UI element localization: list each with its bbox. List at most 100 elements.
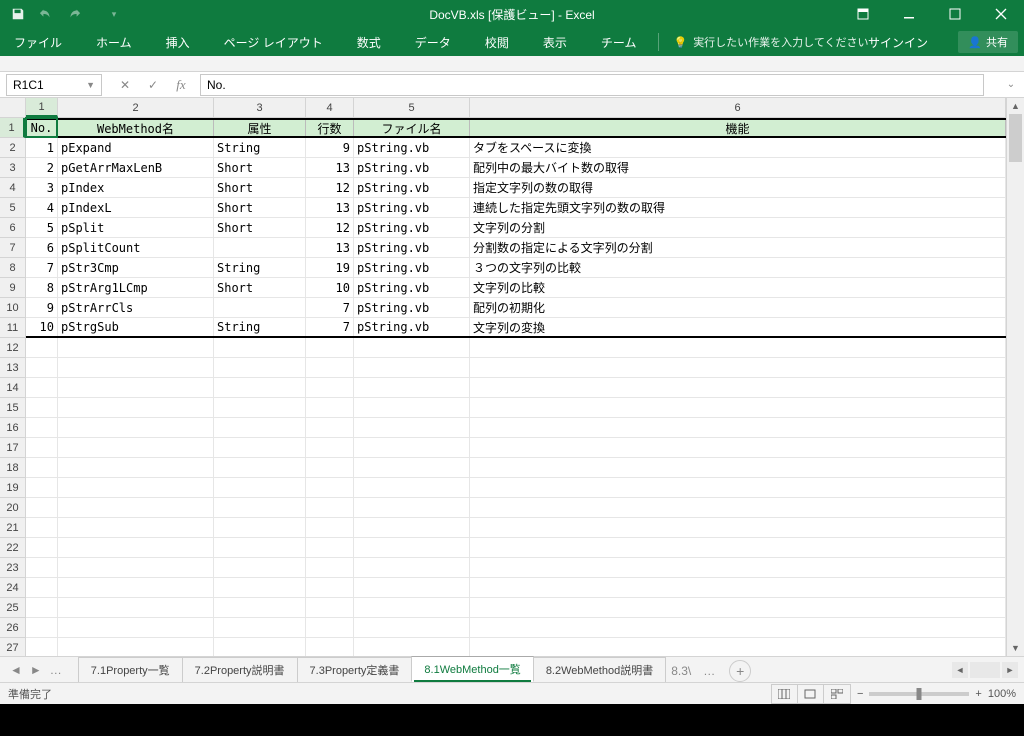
cell[interactable]: String [214,138,306,157]
column-header[interactable]: 6 [470,98,1006,117]
tab-scroll-left-button[interactable]: ◄ [8,661,24,679]
scroll-down-button[interactable]: ▼ [1007,640,1024,656]
cell[interactable] [354,418,470,437]
cell[interactable]: 3 [26,178,58,197]
cell[interactable]: String [214,318,306,336]
cell[interactable] [306,538,354,557]
sheet-tab[interactable]: 8.2WebMethod説明書 [533,657,666,682]
cell[interactable] [58,558,214,577]
cell[interactable]: 行数 [306,120,354,136]
cell[interactable] [58,538,214,557]
cell[interactable] [214,298,306,317]
cell[interactable]: pIndex [58,178,214,197]
zoom-out-button[interactable]: − [857,688,863,700]
tab-insert[interactable]: 挿入 [158,30,198,55]
cell[interactable]: 5 [26,218,58,237]
tab-data[interactable]: データ [407,30,459,55]
cell[interactable] [214,558,306,577]
row-header[interactable]: 20 [0,498,25,518]
cell[interactable]: WebMethod名 [58,120,214,136]
tab-page-layout[interactable]: ページ レイアウト [216,30,331,55]
cell[interactable] [470,578,1006,597]
share-button[interactable]: 👤 共有 [958,31,1018,53]
row-header[interactable]: 5 [0,198,25,218]
row-header[interactable]: 7 [0,238,25,258]
undo-button[interactable] [34,3,58,25]
row-header[interactable]: 26 [0,618,25,638]
minimize-button[interactable] [886,0,932,28]
cell[interactable] [58,398,214,417]
cell[interactable]: pStrgSub [58,318,214,336]
cells-area[interactable]: No.WebMethod名属性行数ファイル名機能1pExpandString9p… [26,118,1006,656]
cell[interactable] [470,598,1006,617]
cell[interactable] [214,598,306,617]
tab-home[interactable]: ホーム [88,30,140,55]
cell[interactable]: pStr3Cmp [58,258,214,277]
close-button[interactable] [978,0,1024,28]
insert-function-button[interactable]: fx [168,74,194,96]
cell[interactable]: 文字列の分割 [470,218,1006,237]
cell[interactable]: 13 [306,158,354,177]
cell[interactable] [354,598,470,617]
cell[interactable] [58,458,214,477]
scroll-up-button[interactable]: ▲ [1007,98,1024,114]
cell[interactable]: 文字列の変換 [470,318,1006,336]
ribbon-display-options-button[interactable] [840,0,886,28]
cell[interactable] [26,638,58,657]
cell[interactable]: 12 [306,218,354,237]
cell[interactable]: Short [214,198,306,217]
cell[interactable] [26,478,58,497]
cell[interactable] [214,578,306,597]
cell[interactable] [306,498,354,517]
cell[interactable] [354,438,470,457]
column-header[interactable]: 5 [354,98,470,117]
cell[interactable]: Short [214,158,306,177]
cell[interactable] [470,358,1006,377]
cell[interactable]: pString.vb [354,198,470,217]
row-header[interactable]: 10 [0,298,25,318]
cell[interactable]: pString.vb [354,258,470,277]
cell[interactable]: 7 [26,258,58,277]
row-header[interactable]: 14 [0,378,25,398]
cell[interactable]: 文字列の比較 [470,278,1006,297]
cell[interactable] [26,538,58,557]
cell[interactable]: pString.vb [354,218,470,237]
cell[interactable] [26,498,58,517]
cell[interactable] [26,418,58,437]
cell[interactable] [214,618,306,637]
cell[interactable]: pSplitCount [58,238,214,257]
cell[interactable]: pString.vb [354,158,470,177]
cell[interactable] [58,578,214,597]
cell[interactable]: 10 [26,318,58,336]
row-header[interactable]: 27 [0,638,25,658]
cell[interactable] [26,618,58,637]
cell[interactable] [26,398,58,417]
cell[interactable]: 12 [306,178,354,197]
cell[interactable] [26,518,58,537]
cell[interactable] [354,398,470,417]
row-header[interactable]: 12 [0,338,25,358]
cell[interactable] [306,478,354,497]
cell[interactable]: 指定文字列の数の取得 [470,178,1006,197]
row-header[interactable]: 19 [0,478,25,498]
cell[interactable] [354,498,470,517]
column-header[interactable]: 1 [26,98,58,117]
cell[interactable] [354,638,470,657]
vertical-scrollbar[interactable]: ▲ ▼ [1006,98,1024,656]
cell[interactable] [354,358,470,377]
cell[interactable]: タブをスペースに変換 [470,138,1006,157]
column-header[interactable]: 2 [58,98,214,117]
row-header[interactable]: 8 [0,258,25,278]
row-header[interactable]: 4 [0,178,25,198]
tab-file[interactable]: ファイル [6,30,70,55]
cell[interactable]: 9 [306,138,354,157]
cell[interactable]: Short [214,218,306,237]
cell[interactable] [470,418,1006,437]
qat-customize-button[interactable]: ▾ [102,3,126,25]
cell[interactable] [214,638,306,657]
cell[interactable]: 4 [26,198,58,217]
cell[interactable] [306,638,354,657]
cell[interactable]: ファイル名 [354,120,470,136]
row-header[interactable]: 16 [0,418,25,438]
row-header[interactable]: 17 [0,438,25,458]
